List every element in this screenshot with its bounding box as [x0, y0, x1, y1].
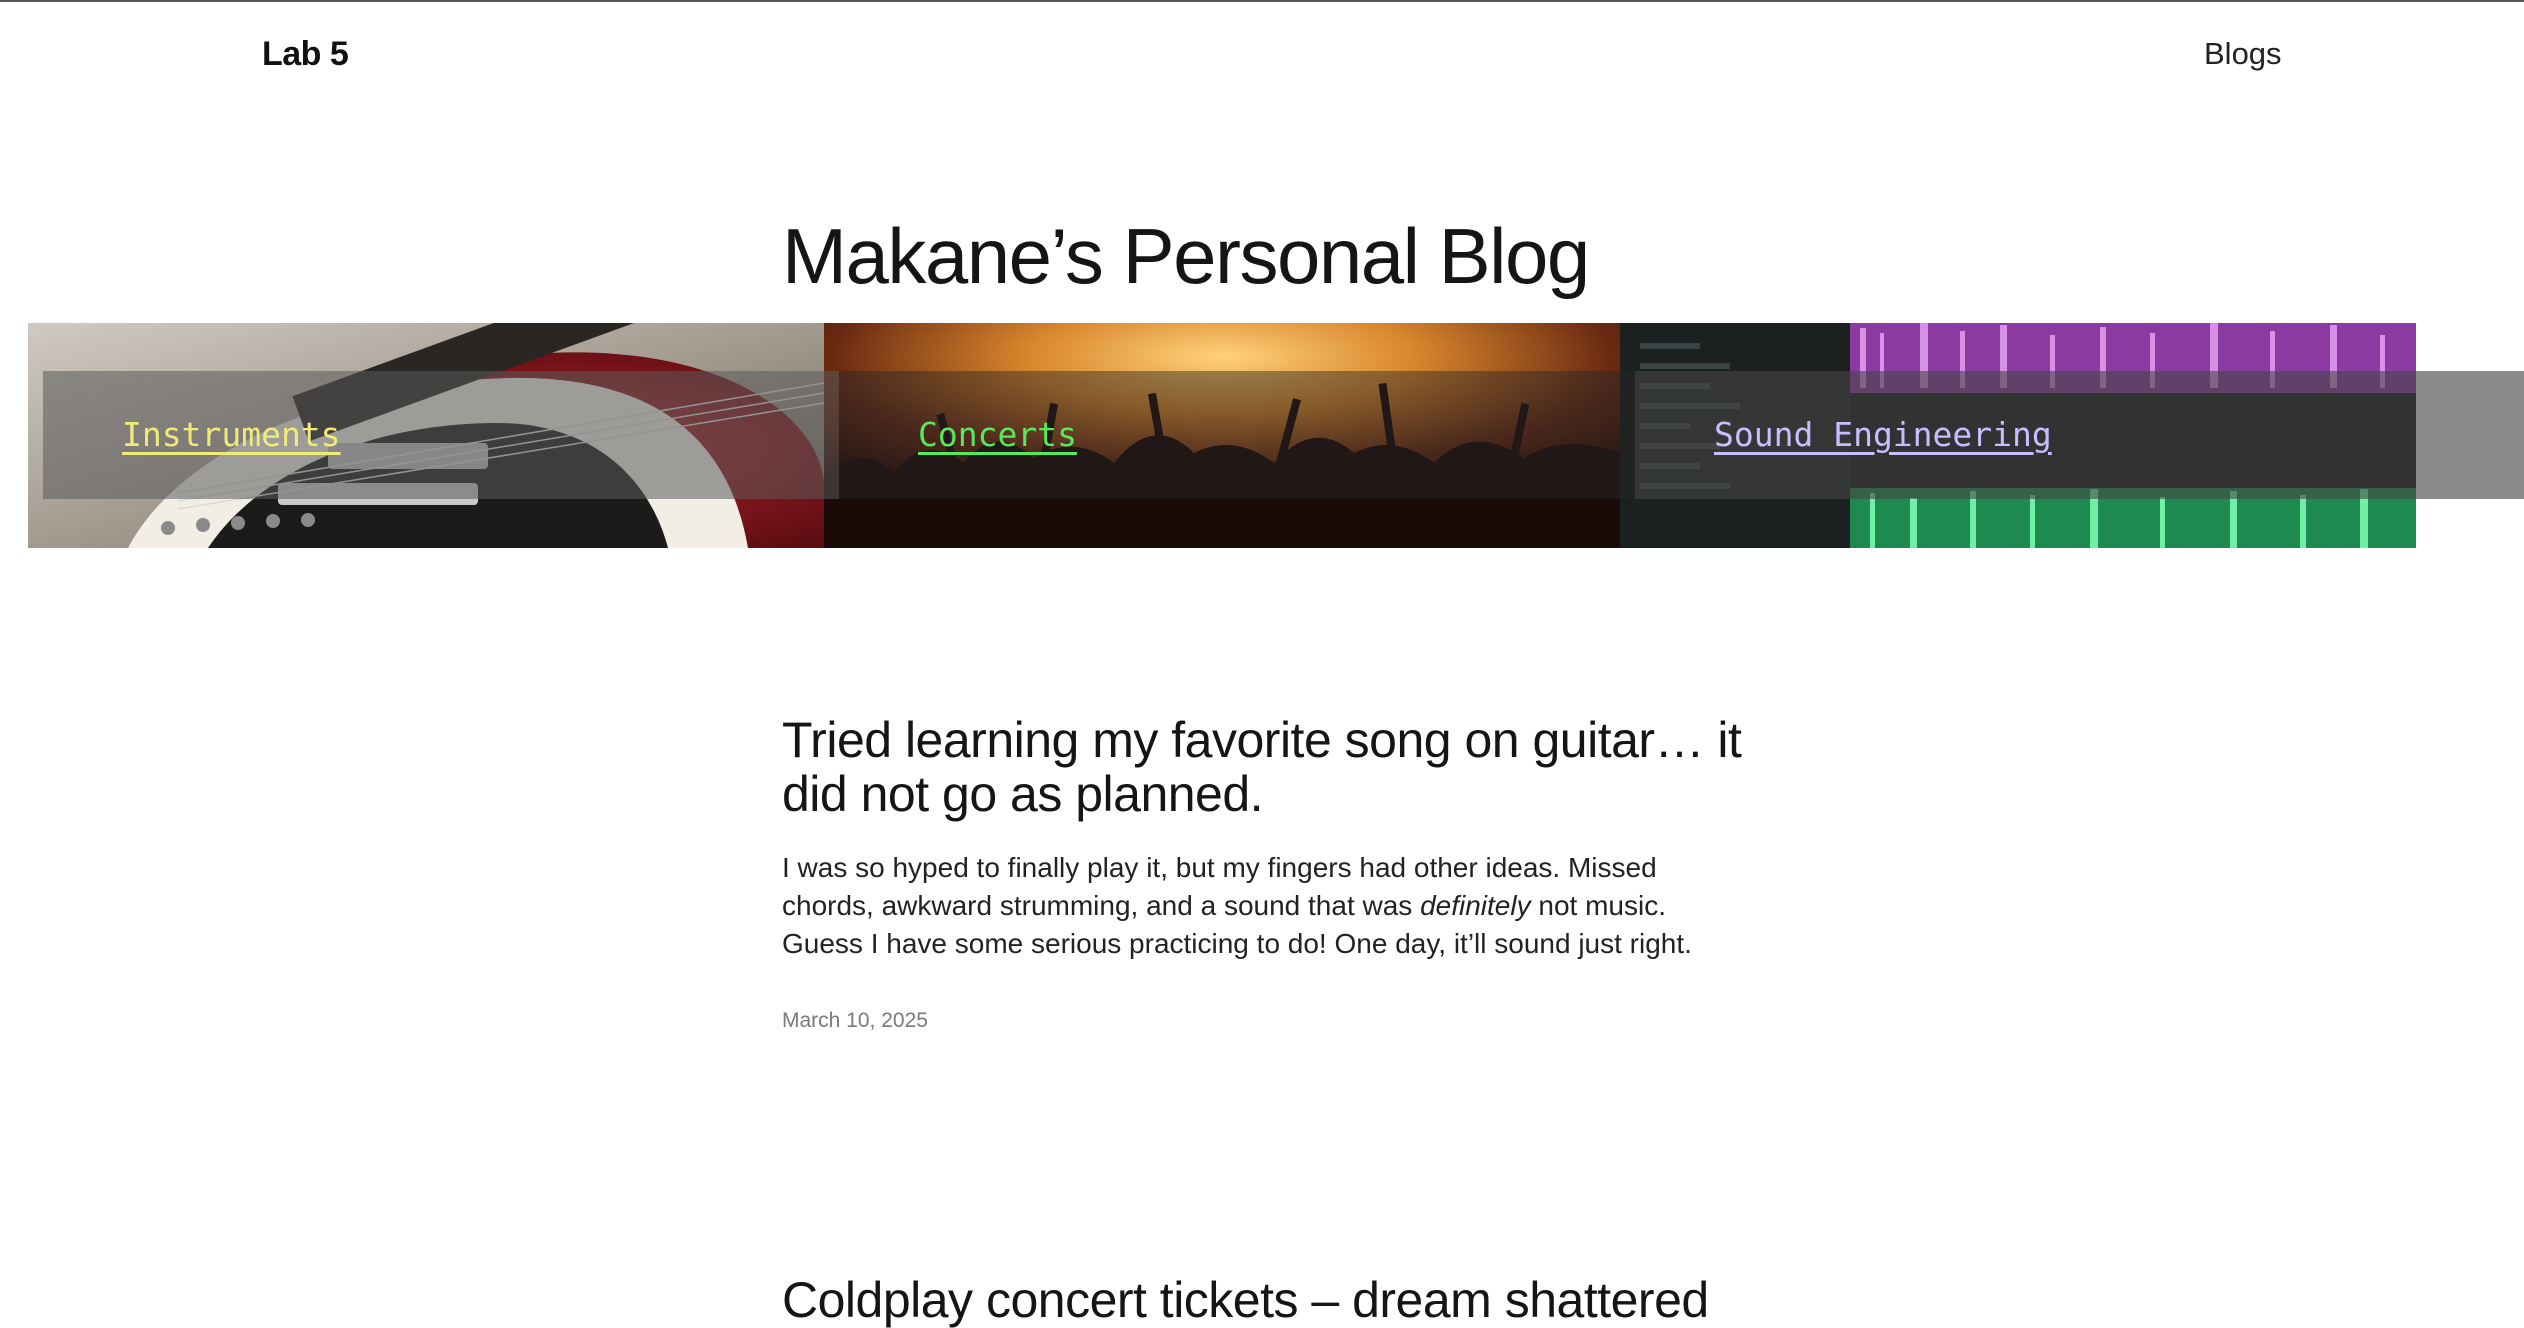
page-title: Makane’s Personal Blog — [782, 212, 1590, 300]
category-overlay-tail — [2416, 371, 2524, 499]
post-title[interactable]: Tried learning my favorite song on guita… — [782, 713, 1762, 821]
top-border — [0, 0, 2524, 2]
category-link-concerts[interactable]: Concerts — [918, 415, 1077, 455]
post-excerpt-emphasis: definitely — [1420, 890, 1531, 921]
nav-link-blogs[interactable]: Blogs — [2204, 34, 2282, 74]
post-date: March 10, 2025 — [782, 1009, 928, 1032]
post-title[interactable]: Coldplay concert tickets – dream shatter… — [782, 1273, 1762, 1327]
site-brand[interactable]: Lab 5 — [262, 34, 349, 74]
category-link-instruments[interactable]: Instruments — [122, 415, 341, 455]
post-excerpt: I was so hyped to finally play it, but m… — [782, 849, 1742, 963]
category-link-sound-engineering[interactable]: Sound Engineering — [1714, 415, 2052, 455]
